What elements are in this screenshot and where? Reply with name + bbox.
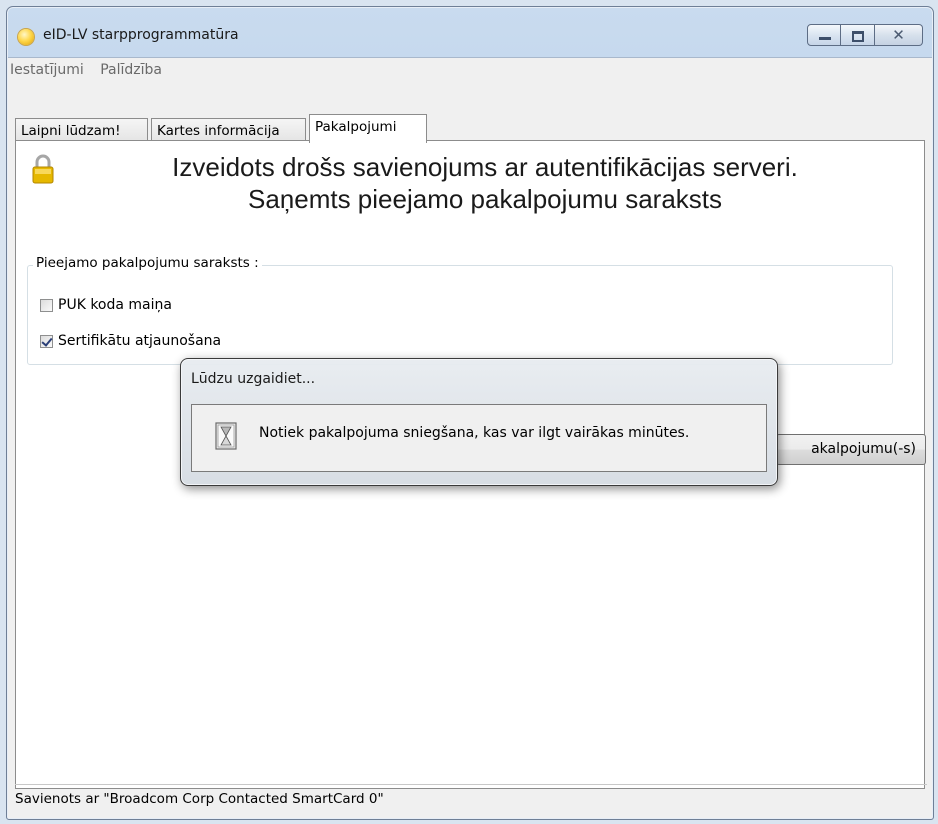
execute-services-button[interactable]: akalpojumu(-s) [776, 434, 926, 465]
certificates-label: Sertifikātu atjaunošana [58, 333, 222, 349]
hourglass-icon [215, 422, 237, 450]
tab-card-info[interactable]: Kartes informācija [151, 118, 306, 142]
services-group: Pieejamo pakalpojumu saraksts : PUK koda… [27, 255, 893, 365]
window-title: eID-LV starpprogrammatūra [43, 27, 239, 43]
service-option-puk[interactable]: PUK koda maiņa [40, 297, 172, 313]
wait-dialog-title: Lūdzu uzgaidiet... [191, 371, 316, 387]
wait-dialog-message: Notiek pakalpojuma sniegšana, kas var il… [259, 425, 690, 441]
window-controls: ✕ [807, 24, 923, 46]
minimize-icon [819, 37, 831, 40]
wait-dialog-body: Notiek pakalpojuma sniegšana, kas var il… [191, 404, 767, 472]
maximize-button[interactable] [841, 24, 875, 46]
certificates-checkbox[interactable] [40, 334, 53, 348]
menu-settings[interactable]: Iestatījumi [8, 58, 90, 78]
close-button[interactable]: ✕ [875, 24, 923, 46]
service-option-certificates[interactable]: Sertifikātu atjaunošana [40, 333, 221, 349]
menu-bar: Iestatījumi Palīdzība [8, 58, 932, 84]
puk-label: PUK koda maiņa [58, 297, 172, 313]
headline-line-2: Saņemts pieejamo pakalpojumu saraksts [247, 184, 723, 214]
minimize-button[interactable] [807, 24, 841, 46]
tab-welcome[interactable]: Laipni lūdzam! [15, 118, 148, 142]
connection-headline: Izveidots drošs savienojums ar autentifi… [56, 151, 914, 215]
app-icon [18, 29, 34, 45]
services-group-label: Pieejamo pakalpojumu saraksts : [33, 255, 262, 271]
close-icon: ✕ [892, 26, 905, 44]
puk-checkbox[interactable] [40, 298, 53, 312]
status-bar: Savienots ar "Broadcom Corp Contacted Sm… [15, 784, 927, 814]
lock-icon [32, 154, 54, 184]
maximize-icon [852, 31, 864, 42]
tab-services[interactable]: Pakalpojumi [309, 114, 427, 143]
wait-dialog: Lūdzu uzgaidiet... Notiek pakalpojuma sn… [180, 358, 778, 486]
menu-help[interactable]: Palīdzība [94, 58, 168, 78]
title-bar[interactable]: eID-LV starpprogrammatūra ✕ [7, 7, 933, 59]
headline-line-1: Izveidots drošs savienojums ar autentifi… [172, 152, 798, 182]
